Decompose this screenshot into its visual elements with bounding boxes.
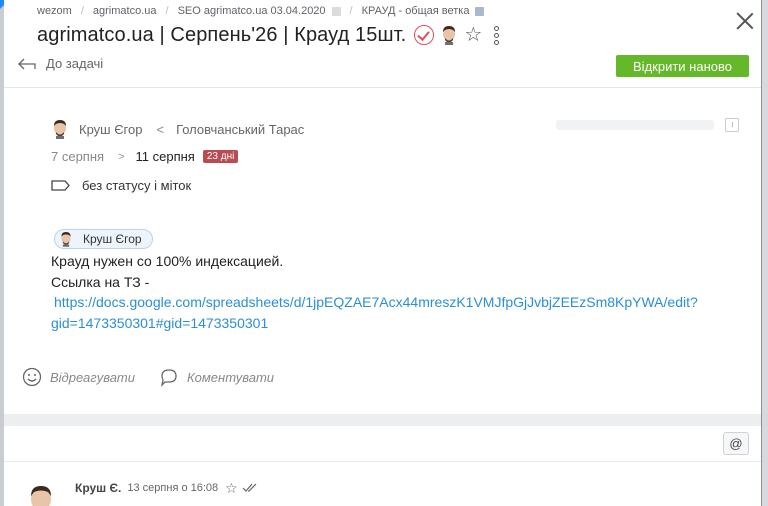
scrollbar-track[interactable] [762,0,768,506]
more-vertical-icon[interactable] [494,25,500,45]
mention-button[interactable]: @ [723,432,749,455]
header-divider [4,87,761,88]
reopen-button[interactable]: Відкрити наново [616,55,749,77]
breadcrumb-item-thread[interactable]: КРАУД - общая ветка [362,5,470,17]
task-description: Крауд нужен со 100% индексацией. Ссылка … [51,251,698,333]
dates-row[interactable]: 7 серпня > 11 серпня 23 дні [51,149,239,164]
mention-chip[interactable]: Круш Єгор [54,229,153,249]
avatar-icon[interactable] [26,484,56,506]
breadcrumb-item-seo[interactable]: SEO agrimatco.ua 03.04.2020 [178,5,326,17]
start-date: 7 серпня [51,149,105,164]
comment-meta: Круш Є. 13 серпня о 16:08 ☆ [75,481,258,495]
progress-placeholder [556,120,714,130]
tag-icon [51,180,70,191]
breadcrumb-item-wezom[interactable]: wezom [37,5,72,17]
back-to-task-link[interactable]: До задачі [18,56,103,71]
assignee-name[interactable]: Круш Єгор [79,122,142,137]
task-panel: wezom / agrimatco.ua / SEO agrimatco.ua … [4,0,761,506]
mention-name: Круш Єгор [83,232,142,246]
actions-row: Відреагувати Коментувати [22,367,274,387]
comment-bubble-icon [160,369,177,387]
react-label: Відреагувати [50,369,135,385]
comment-label: Коментувати [187,369,275,385]
comment-item: Круш Є. 13 серпня о 16:08 ☆ [26,476,756,506]
check-badge-icon[interactable] [414,25,435,45]
close-icon[interactable] [734,10,756,32]
description-line-2: Ссылка на ТЗ - [51,273,150,290]
back-to-task-label: До задачі [46,56,104,71]
comment-author[interactable]: Круш Є. [75,481,121,495]
people-row: Круш Єгор < Головчанський Тарас [51,119,304,139]
double-check-icon [242,483,257,492]
spec-link[interactable]: https://docs.google.com/spreadsheets/d/1… [51,292,698,313]
star-icon[interactable]: ☆ [225,481,238,495]
comment-time: 13 серпня о 16:08 [127,482,219,494]
calendar-icon[interactable] [725,118,739,132]
comment-button[interactable]: Коментувати [159,367,274,387]
breadcrumb: wezom / agrimatco.ua / SEO agrimatco.ua … [37,4,485,18]
title-icons: ☆ [414,25,500,45]
status-label: без статусу і міток [82,178,192,193]
spec-link-continued[interactable]: gid=1473350301#gid=1473350301 [51,313,698,334]
breadcrumb-separator: / [165,5,169,17]
duration-badge: 23 дні [202,150,239,163]
star-icon[interactable]: ☆ [464,25,482,45]
breadcrumb-item-project[interactable]: agrimatco.ua [93,5,157,17]
avatar-icon[interactable] [440,25,458,45]
direction-arrow: < [156,121,165,137]
title-row: agrimatco.ua | Серпень'26 | Крауд 15шт. … [37,22,500,48]
section-divider [4,414,761,426]
breadcrumb-separator: / [80,5,84,17]
back-arrow-icon [18,58,36,69]
author-name[interactable]: Головчанський Тарас [176,122,304,137]
avatar-icon [61,232,71,247]
status-square-icon [475,6,485,16]
smile-icon [22,367,42,387]
comment-composer[interactable] [4,426,761,462]
avatar-icon [54,120,66,139]
status-row[interactable]: без статусу і міток [51,178,191,193]
status-square-icon [331,6,341,16]
react-button[interactable]: Відреагувати [22,367,135,387]
end-date: 11 серпня [135,149,195,164]
breadcrumb-separator: / [349,5,353,17]
description-line-1: Крауд нужен со 100% индексацией. [51,253,284,269]
task-title: agrimatco.ua | Серпень'26 | Крауд 15шт. [37,23,407,46]
date-separator: > [118,150,125,163]
